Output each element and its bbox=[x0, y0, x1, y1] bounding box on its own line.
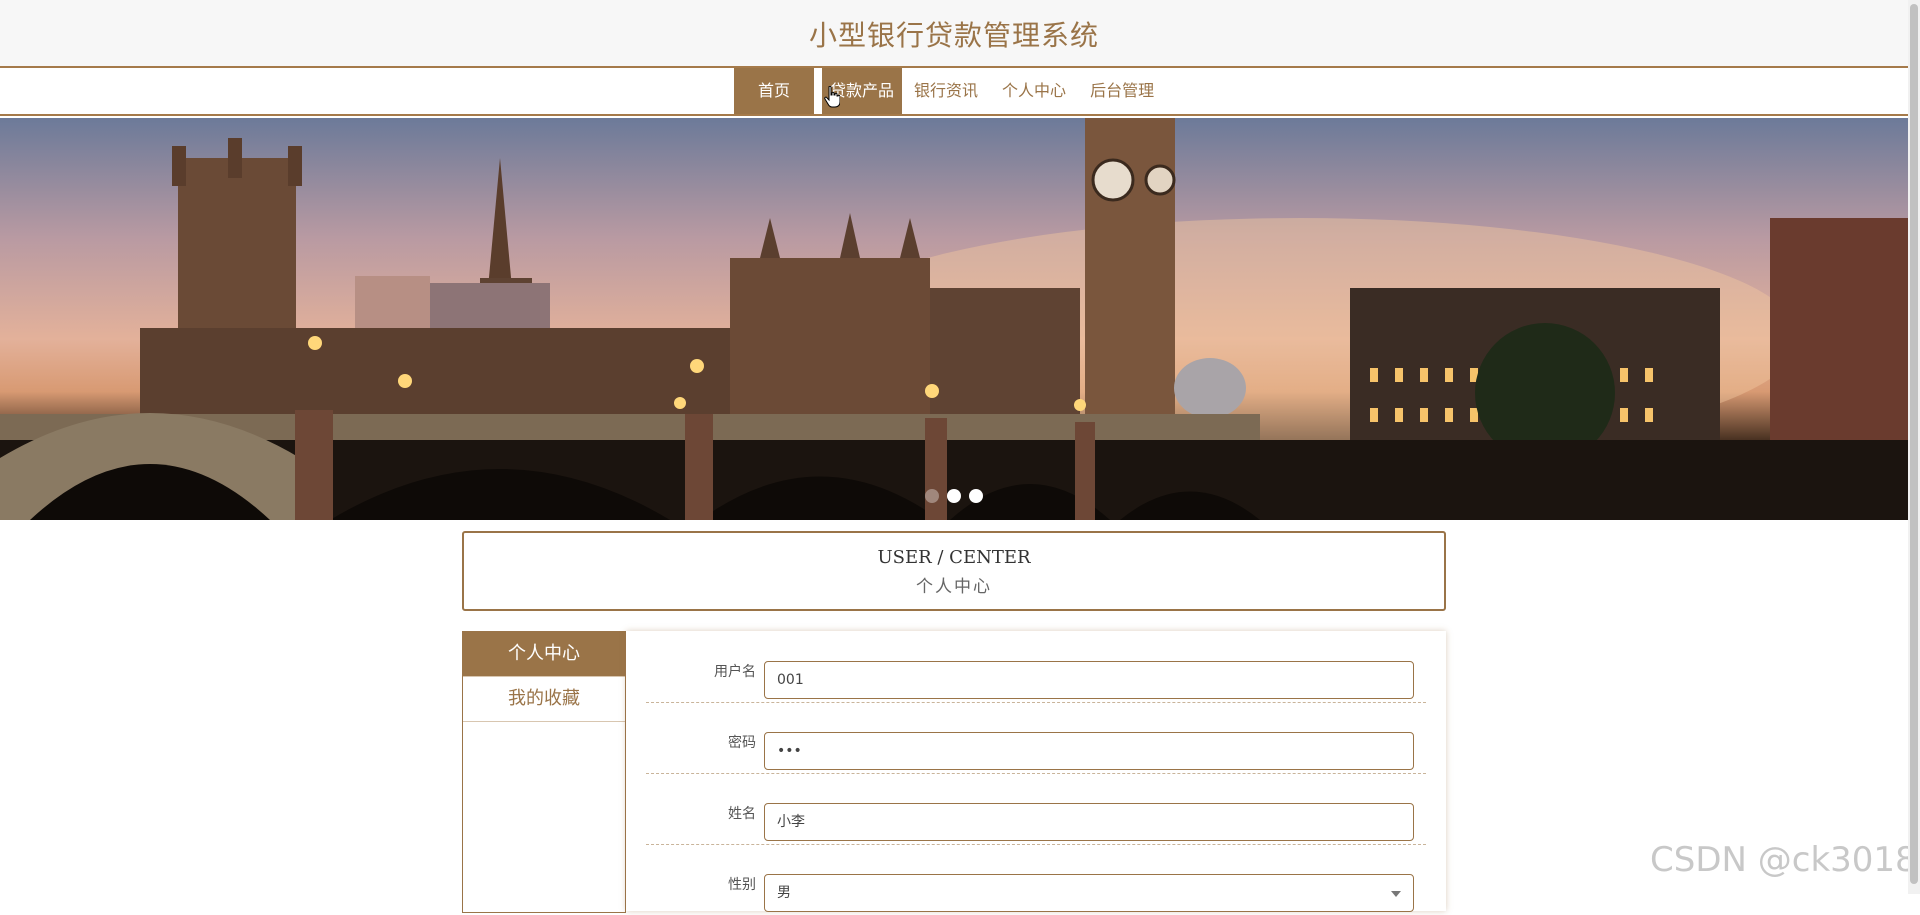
name-input[interactable]: 小李 bbox=[764, 803, 1414, 841]
username-label: 用户名 bbox=[714, 664, 756, 680]
slide-dot-1[interactable] bbox=[925, 489, 939, 503]
form-row-name: 姓名 小李 bbox=[646, 773, 1426, 845]
page-scrollbar[interactable] bbox=[1908, 0, 1920, 894]
nav-item-home[interactable]: 首页 bbox=[734, 68, 815, 114]
watermark: CSDN @ck3018 bbox=[1650, 840, 1917, 880]
section-title-cn: 个人中心 bbox=[916, 577, 992, 597]
name-label: 姓名 bbox=[728, 806, 756, 822]
profile-form: 用户名 001 密码 ••• 姓名 小李 性别 男 bbox=[626, 631, 1446, 912]
gender-select[interactable]: 男 bbox=[764, 874, 1414, 912]
hero-banner[interactable] bbox=[0, 118, 1908, 520]
form-row-password: 密码 ••• bbox=[646, 702, 1426, 774]
password-label: 密码 bbox=[728, 735, 756, 751]
scrollbar-thumb[interactable] bbox=[1910, 4, 1918, 884]
section-title-en: USER / CENTER bbox=[877, 547, 1031, 568]
nav-item-personal-center[interactable]: 个人中心 bbox=[990, 68, 1078, 114]
site-title: 小型银行贷款管理系统 bbox=[808, 19, 1099, 52]
gender-label: 性别 bbox=[728, 877, 756, 893]
slide-dot-3[interactable] bbox=[969, 489, 983, 503]
main-nav: 首页 贷款产品 银行资讯 个人中心 后台管理 bbox=[0, 68, 1908, 116]
sidebar-item-personal-center[interactable]: 个人中心 bbox=[463, 632, 625, 677]
nav-item-admin[interactable]: 后台管理 bbox=[1078, 68, 1166, 114]
london-skyline-image bbox=[0, 118, 1908, 520]
slider-dots bbox=[925, 489, 983, 503]
nav-item-loan-products[interactable]: 贷款产品 bbox=[822, 68, 903, 114]
section-title-box: USER / CENTER 个人中心 bbox=[462, 531, 1446, 611]
nav-item-bank-news[interactable]: 银行资讯 bbox=[902, 68, 990, 114]
slide-dot-2[interactable] bbox=[947, 489, 961, 503]
password-input[interactable]: ••• bbox=[764, 732, 1414, 770]
user-sidebar: 个人中心 我的收藏 bbox=[462, 631, 626, 913]
sidebar-item-favorites[interactable]: 我的收藏 bbox=[463, 677, 625, 722]
username-input[interactable]: 001 bbox=[764, 661, 1414, 699]
form-row-username: 用户名 001 bbox=[646, 631, 1426, 703]
gender-select-value: 男 bbox=[777, 885, 791, 901]
site-header: 小型银行贷款管理系统 bbox=[0, 0, 1908, 68]
chevron-down-icon bbox=[1391, 891, 1401, 897]
form-row-gender: 性别 男 bbox=[646, 844, 1426, 915]
